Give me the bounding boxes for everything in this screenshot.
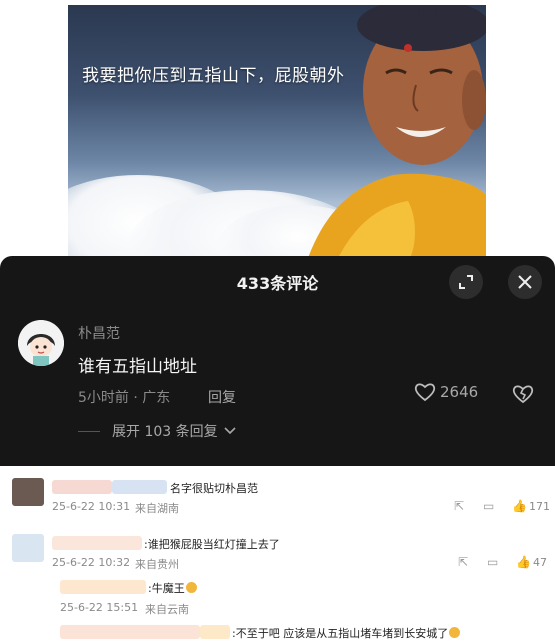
chevron-down-icon (224, 427, 236, 435)
comment-icon[interactable]: ▭ (483, 499, 494, 513)
share-icon[interactable]: ⇱ (458, 555, 468, 569)
close-button[interactable] (508, 265, 542, 299)
comment-panel: 433条评论 朴昌范 谁有五指山地址 5小时前 · 广东 回复 2646 展开 … (0, 256, 555, 466)
reply-text: :不至于吧 应该是从五指山堵车堵到长安城了 (232, 625, 461, 641)
blurred-username (112, 480, 167, 494)
thumb-up-icon[interactable]: 👍 (512, 499, 527, 513)
blurred-username (52, 480, 112, 494)
reply-avatar[interactable] (12, 478, 44, 506)
blurred-username (60, 580, 146, 594)
expand-button[interactable] (449, 265, 483, 299)
share-icon[interactable]: ⇱ (454, 499, 464, 513)
reply-location: 来自贵州 (135, 558, 179, 571)
reply-avatar[interactable] (12, 534, 44, 562)
reply-like-count: 171 (529, 500, 550, 513)
blurred-username (52, 536, 142, 550)
blurred-username (200, 625, 230, 639)
expand-icon (459, 275, 473, 289)
reply-text: 名字很贴切朴昌范 (170, 482, 258, 495)
comment-text: 谁有五指山地址 (78, 357, 197, 377)
reply-location: 来自湖南 (135, 502, 179, 515)
meme-caption: 我要把你压到五指山下，屁股朝外 (82, 66, 345, 86)
expand-replies-button[interactable]: 展开 103 条回复 (78, 421, 236, 441)
meme-image: 我要把你压到五指山下，屁股朝外 (68, 5, 486, 258)
emoji-icon (185, 582, 197, 593)
thumb-up-icon[interactable]: 👍 (516, 555, 531, 569)
reply-text: :牛魔王 (148, 580, 197, 596)
close-icon (518, 275, 532, 289)
like-count: 2646 (440, 383, 479, 401)
broken-heart-icon (512, 385, 534, 404)
reply-text: :谁把猴屁股当红灯撞上去了 (144, 538, 280, 551)
heart-icon (414, 383, 436, 402)
like-button[interactable]: 2646 (414, 382, 478, 402)
commenter-username[interactable]: 朴昌范 (78, 323, 120, 343)
emoji-icon (449, 627, 461, 638)
blurred-username (60, 625, 200, 639)
expand-divider (78, 430, 100, 432)
commenter-avatar[interactable] (18, 320, 64, 366)
reply-location: 来自云南 (145, 603, 189, 616)
comment-icon[interactable]: ▭ (487, 555, 498, 569)
reply-like-count: 47 (533, 556, 547, 569)
reply-date: 25-6-22 10:31 (52, 500, 131, 513)
reply-button[interactable]: 回复 (208, 387, 236, 407)
comment-meta: 5小时前 · 广东 (78, 390, 171, 406)
reply-date: 25-6-22 10:32 (52, 556, 131, 569)
buddha-figure (308, 5, 486, 258)
dislike-button[interactable] (512, 384, 534, 408)
reply-date: 25-6-22 15:51 (60, 601, 139, 614)
expand-replies-label: 展开 103 条回复 (112, 424, 218, 440)
meme-image-area: 我要把你压到五指山下，屁股朝外 (0, 0, 555, 258)
